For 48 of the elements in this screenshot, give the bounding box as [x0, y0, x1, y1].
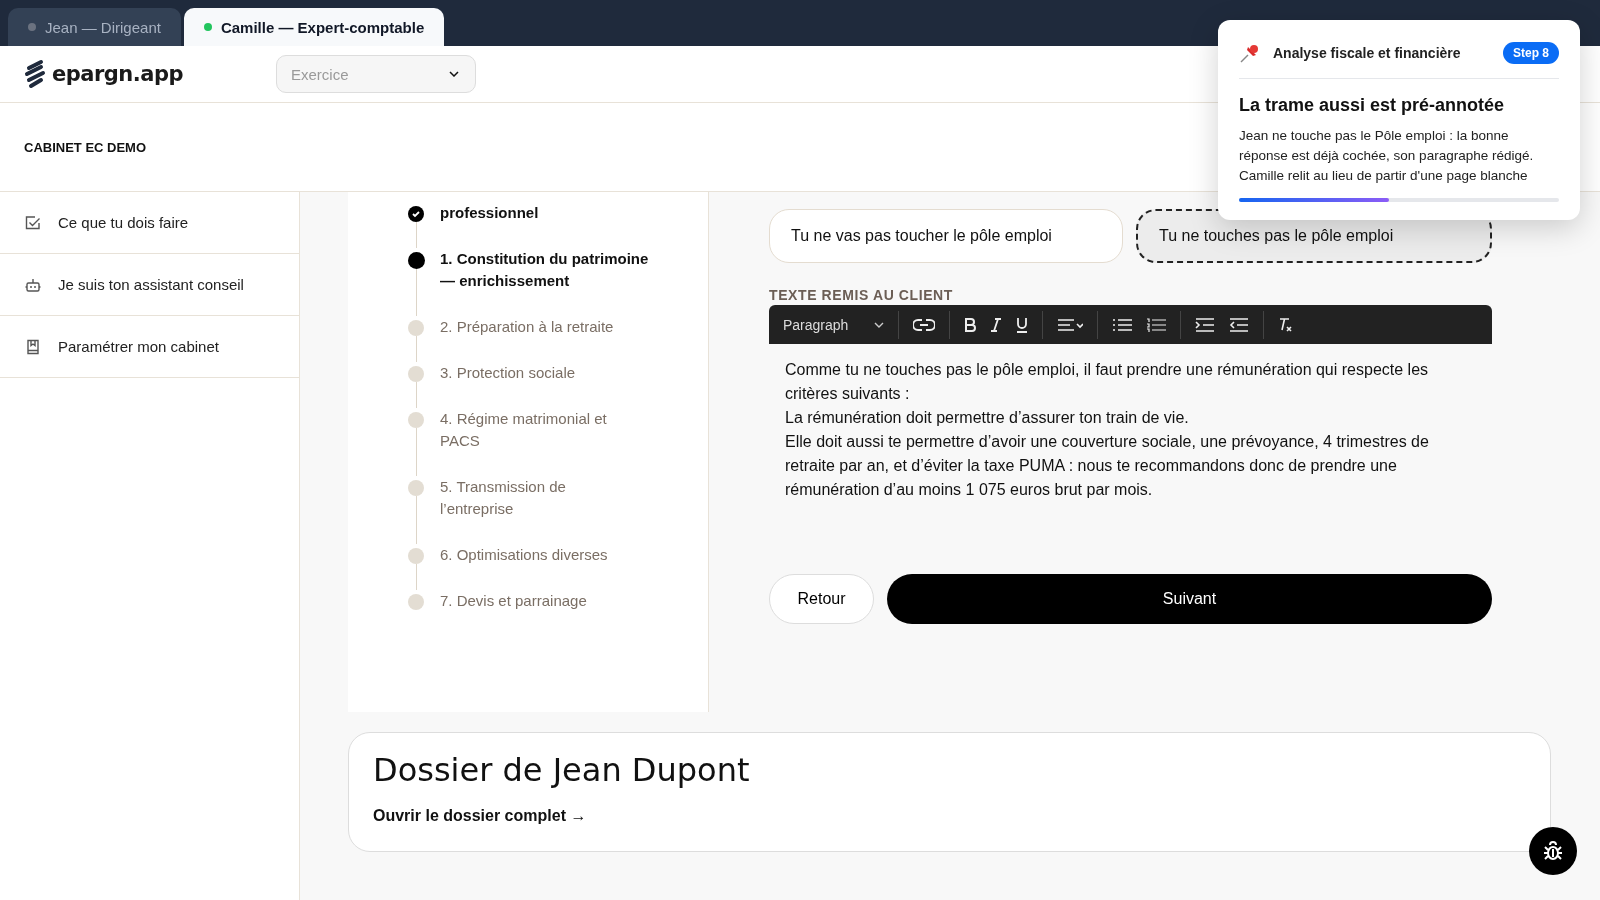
numbered-list-icon[interactable] [1146, 317, 1167, 332]
link-icon[interactable] [913, 317, 936, 332]
bug-report-button[interactable] [1529, 827, 1577, 875]
sidebar-item[interactable]: Je suis ton assistant conseil [0, 254, 299, 316]
chevron-down-icon [449, 71, 459, 77]
sidebar-item[interactable]: Ce que tu dois faire [0, 192, 299, 254]
step-label[interactable]: professionnel [440, 202, 630, 248]
step-label[interactable]: 4. Régime matrimonial et PACS [440, 408, 630, 476]
align-icon[interactable] [1057, 317, 1084, 332]
checkbox-icon [25, 214, 41, 231]
next-button[interactable]: Suivant [887, 574, 1492, 624]
step-label[interactable]: 6. Optimisations diverses [440, 544, 630, 590]
user-tab[interactable]: Jean — Dirigeant [8, 8, 181, 46]
popover-title: La trame aussi est pré-annotée [1239, 95, 1506, 116]
pushpin-icon [1239, 42, 1261, 64]
step-label[interactable]: 7. Devis et parrainage [440, 590, 630, 636]
section-label: TEXTE REMIS AU CLIENT [769, 287, 954, 303]
paragraph-format-dropdown[interactable]: Paragraph [783, 316, 885, 333]
italic-icon[interactable] [990, 317, 1003, 332]
answer-option[interactable]: Tu ne vas pas toucher le pôle emploi [769, 209, 1123, 263]
editor-paragraph: Elle doit aussi te permettre d’avoir une couverture sociale, une prévoyance, 4 trimestres de retraite par an, et d’éviter la taxe PUMA : nous te recommandons donc de prendre une rémunération d’au moins 1 075 euros brut par mois. [785, 432, 1430, 500]
book-icon [25, 338, 41, 355]
indent-icon[interactable] [1195, 317, 1216, 332]
user-tab[interactable]: Camille — Expert-comptable [183, 8, 445, 46]
section-name: Analyse fiscale et financière [1273, 45, 1462, 61]
step-label[interactable]: 5. Transmission de l’entreprise [440, 476, 630, 544]
robot-icon [25, 276, 41, 293]
clear-format-icon[interactable] [1278, 317, 1293, 332]
outdent-icon[interactable] [1229, 317, 1250, 332]
bold-icon[interactable] [964, 317, 977, 332]
back-button[interactable]: Retour [769, 574, 874, 624]
underline-icon[interactable] [1016, 316, 1029, 333]
step-label[interactable]: 2. Préparation à la retraite [440, 316, 630, 362]
editor-paragraph: La rémunération doit permettre d’assurer ton train de vie. [785, 408, 1190, 428]
editor-paragraph: Comme tu ne touches pas le pôle emploi, il faut prendre une rémunération qui respecte les critères suivants : [785, 360, 1430, 404]
logo-text: epargn.app [52, 62, 183, 86]
cabinet-name: CABINET EC DEMO [24, 139, 147, 155]
step-label[interactable]: 3. Protection sociale [440, 362, 630, 408]
bullet-list-icon[interactable] [1112, 317, 1133, 332]
bug-icon [1541, 839, 1565, 863]
step-badge: Step 8 [1503, 42, 1559, 64]
logo-icon [24, 59, 46, 89]
popover-text: Jean ne touche pas le Pôle emploi : la bonne réponse est déjà cochée, son paragraphe rédigé. Camille relit au lieu de partir d'une page blanche [1239, 127, 1535, 185]
open-dossier-link[interactable]: Ouvrir le dossier complet → [373, 807, 587, 825]
sidebar-item[interactable]: Paramétrer mon cabinet [0, 316, 299, 378]
step-label[interactable]: 1. Constitution du patrimoine — enrichissement [440, 248, 660, 316]
dossier-title: Dossier de Jean Dupont [373, 751, 750, 789]
chevron-down-icon [874, 321, 885, 328]
